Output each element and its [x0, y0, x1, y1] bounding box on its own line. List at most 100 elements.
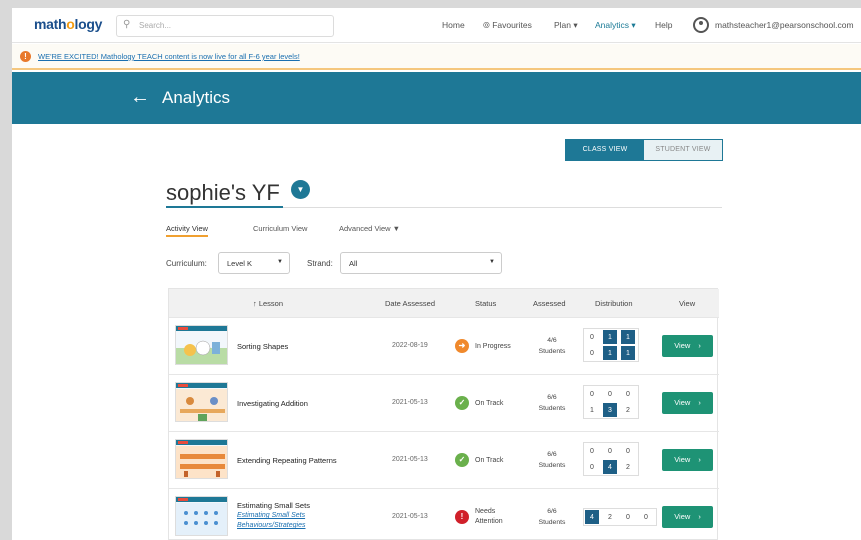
date-assessed: 2021-05-13 — [392, 513, 428, 520]
nav-plan-label: Plan — [554, 20, 572, 30]
student-view-button[interactable]: STUDENT VIEW — [644, 140, 722, 160]
sort-up-icon: ↑ — [253, 299, 257, 308]
distribution-cell: 0 — [584, 329, 600, 345]
distribution-cell: 0 — [620, 386, 636, 402]
strand-label: Strand: — [307, 259, 333, 268]
header-assessed: Assessed — [533, 299, 566, 308]
nav-home[interactable]: Home — [442, 20, 465, 30]
nav-plan[interactable]: Plan ▾ — [554, 20, 578, 31]
lessons-table: ↑ Lesson Date Assessed Status Assessed D… — [168, 288, 719, 540]
tab-advanced-view[interactable]: Advanced View ▼ — [339, 224, 400, 233]
distribution-cell: 4 — [602, 459, 618, 475]
table-row: Sorting Shapes 2022-08-19 ➜ In Progress … — [169, 317, 719, 373]
search-placeholder: Search... — [139, 21, 172, 30]
chevron-down-icon: ▾ — [631, 20, 636, 30]
assessed-value: 4/6 — [547, 337, 557, 344]
lesson-title[interactable]: Extending Repeating Patterns — [237, 456, 337, 465]
distribution-cell: 2 — [620, 459, 636, 475]
distribution-cell: 0 — [620, 509, 636, 525]
distribution-grid: 0 0 0 0 4 2 — [583, 442, 639, 476]
chevron-right-icon: › — [698, 341, 701, 350]
nav-help[interactable]: Help — [655, 20, 672, 30]
chevron-down-icon: ▾ — [573, 20, 578, 30]
assessed-count: 6/6 Students — [535, 449, 569, 471]
lesson-title[interactable]: Sorting Shapes — [237, 342, 288, 351]
view-button[interactable]: View › — [662, 506, 713, 528]
page-title: Analytics — [162, 88, 231, 107]
distribution-cell: 4 — [584, 509, 600, 525]
table-header: ↑ Lesson Date Assessed Status Assessed D… — [169, 289, 719, 317]
distribution-cell: 0 — [584, 459, 600, 475]
tab-curriculum-view[interactable]: Curriculum View — [253, 224, 307, 233]
view-label: View — [674, 341, 691, 350]
caret-down-icon: ▼ — [489, 259, 495, 265]
table-row: Extending Repeating Patterns 2021-05-13 … — [169, 431, 719, 487]
user-email[interactable]: mathsteacher1@pearsonschool.com — [715, 20, 854, 30]
assessed-value: 6/6 — [547, 451, 557, 458]
logo[interactable]: mathology — [34, 16, 102, 32]
lesson-subtitle-link[interactable]: Estimating Small Sets Behaviours/Strateg… — [237, 511, 325, 531]
app-frame: mathology ⚲ Search... Home ⦾ Favourites … — [12, 8, 861, 540]
distribution-cell: 3 — [602, 402, 618, 418]
assessed-label: Students — [538, 462, 566, 469]
chevron-right-icon: › — [698, 398, 701, 407]
assessed-count: 6/6 Students — [535, 506, 569, 528]
distribution-grid: 0 0 0 1 3 2 — [583, 385, 639, 419]
lesson-thumbnail — [175, 325, 228, 365]
assessed-value: 6/6 — [547, 508, 557, 515]
distribution-cell: 2 — [620, 402, 636, 418]
star-circle-icon: ⦾ — [483, 20, 490, 30]
assessed-value: 6/6 — [547, 394, 557, 401]
search-input[interactable]: ⚲ Search... — [116, 15, 334, 37]
nav-analytics-label: Analytics — [595, 20, 630, 30]
divider-accent — [166, 206, 283, 208]
header-view: View — [679, 299, 696, 308]
assessed-count: 4/6 Students — [535, 335, 569, 357]
table-row: Estimating Small Sets Estimating Small S… — [169, 488, 719, 540]
curriculum-value: Level K — [227, 259, 253, 268]
status-text: On Track — [475, 400, 504, 407]
chevron-right-icon: › — [698, 455, 701, 464]
announcement-link[interactable]: WE'RE EXCITED! Mathology TEACH content i… — [38, 52, 300, 61]
caret-down-icon: ▼ — [392, 224, 401, 233]
distribution-grid: 4 2 0 0 — [583, 508, 657, 526]
distribution-cell: 0 — [602, 443, 618, 459]
date-assessed: 2021-05-13 — [392, 456, 428, 463]
view-button[interactable]: View › — [662, 392, 713, 414]
chevron-right-icon: › — [698, 512, 701, 521]
distribution-cell: 1 — [584, 402, 600, 418]
class-view-button[interactable]: CLASS VIEW — [566, 140, 644, 160]
announcement-banner: ! WE'RE EXCITED! Mathology TEACH content… — [12, 44, 861, 70]
view-label: View — [674, 512, 691, 521]
lesson-thumbnail — [175, 382, 228, 422]
assessed-label: Students — [538, 519, 566, 526]
view-button[interactable]: View › — [662, 449, 713, 471]
arrow-left-icon[interactable]: ← — [127, 85, 153, 111]
lesson-thumbnail — [175, 496, 228, 536]
distribution-cell: 1 — [602, 329, 618, 345]
nav-favourites[interactable]: ⦾ Favourites — [483, 20, 532, 31]
tab-advanced-view-label: Advanced View — [339, 224, 391, 233]
user-circle-icon[interactable] — [693, 17, 709, 33]
distribution-cell: 1 — [620, 329, 636, 345]
distribution-cell: 0 — [602, 386, 618, 402]
class-name: sophie's YF — [166, 180, 280, 205]
tab-activity-view[interactable]: Activity View — [166, 224, 208, 237]
distribution-cell: 1 — [602, 345, 618, 361]
date-assessed: 2022-08-19 — [392, 342, 428, 349]
date-assessed: 2021-05-13 — [392, 399, 428, 406]
table-row: Investigating Addition 2021-05-13 ✓ On T… — [169, 374, 719, 430]
strand-value: All — [349, 259, 358, 268]
header-status: Status — [475, 299, 497, 308]
strand-select[interactable]: All ▼ — [340, 252, 502, 274]
view-button[interactable]: View › — [662, 335, 713, 357]
page-header: ← Analytics — [12, 72, 861, 124]
lesson-title[interactable]: Estimating Small Sets — [237, 501, 310, 510]
assessed-count: 6/6 Students — [535, 392, 569, 414]
curriculum-label: Curriculum: — [166, 259, 207, 268]
chevron-down-icon[interactable]: ▼ — [291, 180, 310, 199]
lesson-title[interactable]: Investigating Addition — [237, 399, 308, 408]
curriculum-select[interactable]: Level K ▼ — [218, 252, 290, 274]
nav-analytics[interactable]: Analytics ▾ — [595, 20, 636, 31]
header-lesson[interactable]: ↑ Lesson — [253, 299, 283, 308]
